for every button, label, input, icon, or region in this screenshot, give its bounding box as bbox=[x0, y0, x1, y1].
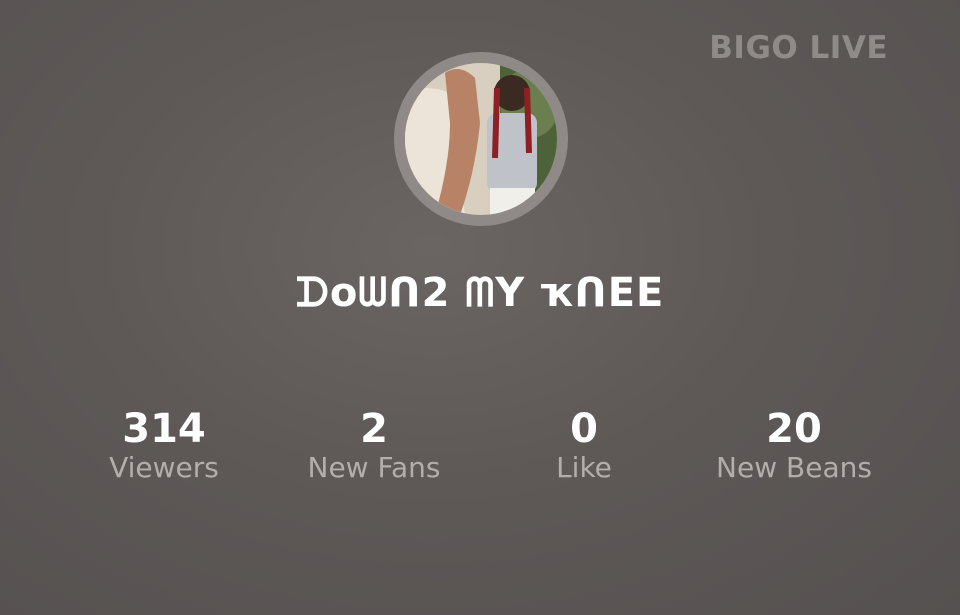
stat-value: 0 bbox=[570, 406, 598, 452]
stat-new-fans: 2 New Fans bbox=[264, 405, 484, 483]
stat-label: New Beans bbox=[716, 451, 872, 484]
stat-value: 2 bbox=[360, 406, 388, 452]
stat-value: 314 bbox=[122, 406, 206, 452]
broadcast-title: ᗪoᗯᑎ2 ᗰY ҡᑎEE bbox=[295, 270, 665, 316]
stat-value: 20 bbox=[766, 406, 822, 452]
stat-new-beans: 20 New Beans bbox=[684, 405, 904, 483]
stat-label: New Fans bbox=[307, 451, 441, 484]
avatar-ring bbox=[394, 52, 568, 226]
avatar bbox=[405, 63, 557, 215]
bigo-live-logo: BIGO LIVE bbox=[709, 30, 888, 66]
stat-viewers: 314 Viewers bbox=[54, 405, 274, 483]
stat-label: Viewers bbox=[109, 451, 219, 484]
stat-label: Like bbox=[556, 451, 612, 484]
avatar-photo bbox=[405, 63, 557, 215]
stat-like: 0 Like bbox=[474, 405, 694, 483]
stats-row: 314 Viewers 2 New Fans 0 Like 20 New Bea… bbox=[0, 405, 960, 495]
